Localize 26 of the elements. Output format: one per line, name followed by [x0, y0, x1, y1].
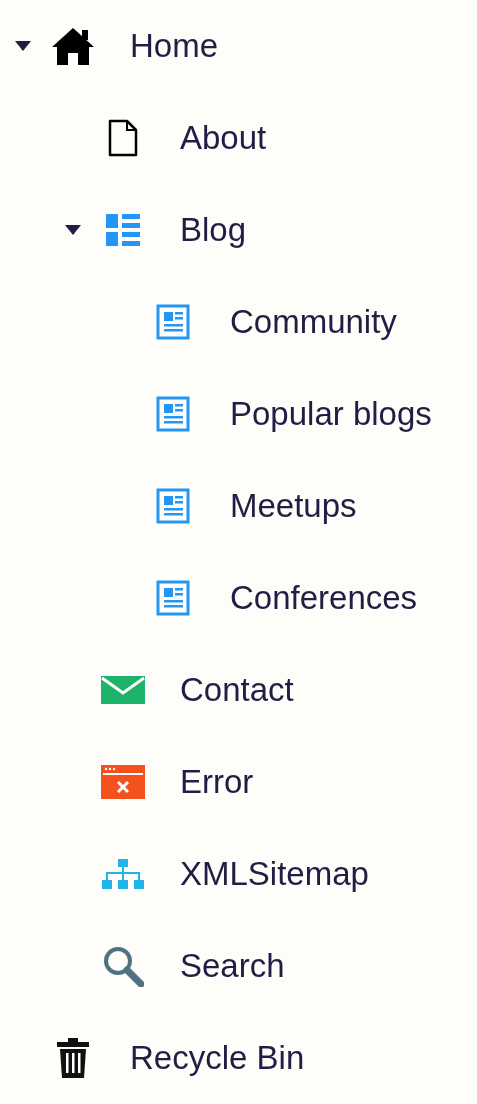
caret-icon[interactable]	[15, 41, 31, 51]
tree-item-label[interactable]: Conferences	[230, 579, 418, 617]
tree-item-label[interactable]: XMLSitemap	[180, 855, 369, 893]
error-window-icon	[101, 765, 145, 799]
caret-icon[interactable]	[65, 225, 81, 235]
article-icon	[156, 580, 190, 616]
document-icon	[108, 119, 138, 157]
tree-item-label[interactable]: Blog	[180, 211, 247, 249]
trash-icon	[56, 1038, 90, 1078]
list-icon	[106, 214, 140, 246]
sitemap-icon	[102, 859, 144, 889]
article-icon	[156, 396, 190, 432]
tree-item-label[interactable]: About	[180, 119, 267, 157]
tree-item-label[interactable]: Contact	[180, 671, 294, 709]
tree-item-label[interactable]: Home	[130, 27, 219, 65]
article-icon	[156, 304, 190, 340]
tree-item-label[interactable]: Recycle Bin	[130, 1039, 305, 1077]
tree-item-label[interactable]: Error	[180, 763, 254, 801]
tree-item-label[interactable]: Community	[230, 303, 397, 341]
house-icon	[50, 26, 96, 66]
search-icon	[102, 945, 144, 987]
article-icon	[156, 488, 190, 524]
tree-item-label[interactable]: Meetups	[230, 487, 357, 525]
tree-item-label[interactable]: Search	[180, 947, 285, 985]
envelope-icon	[101, 676, 145, 704]
tree-item-label[interactable]: Popular blogs	[230, 395, 432, 433]
